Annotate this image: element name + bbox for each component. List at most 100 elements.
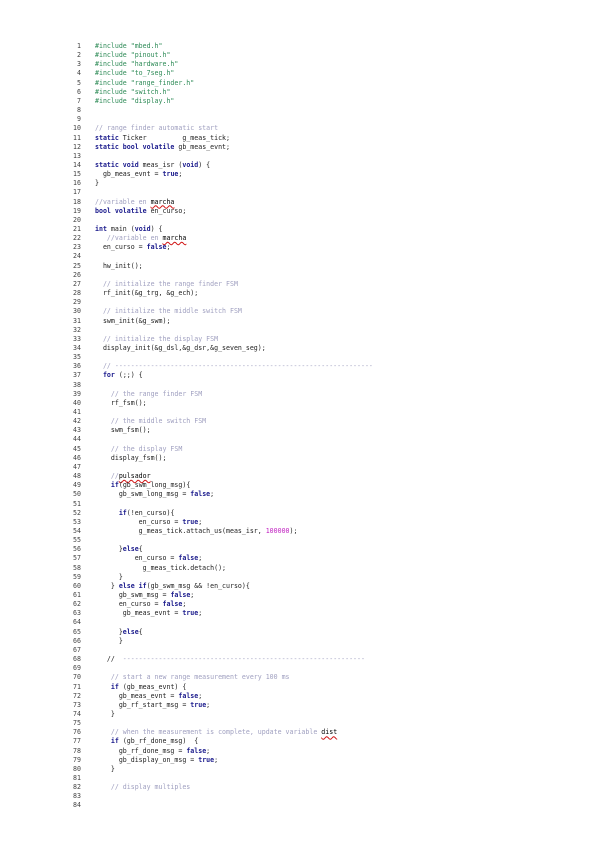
code-text: } bbox=[95, 179, 99, 188]
code-token: 100000 bbox=[265, 526, 290, 535]
code-token: gb_rf_done_msg = bbox=[95, 746, 187, 755]
code-text: static void meas_isr (void) { bbox=[95, 161, 210, 170]
code-token: g_meas_tick.detach(); bbox=[95, 563, 227, 572]
line-number: 71 bbox=[73, 682, 81, 691]
code-line: 23 en_curso = false; bbox=[66, 243, 170, 252]
line-number: 18 bbox=[73, 197, 81, 206]
code-token: display_fsm(); bbox=[95, 453, 167, 462]
code-line: 30 // initialize the middle switch FSM bbox=[66, 307, 242, 316]
line-number: 67 bbox=[73, 645, 81, 654]
line-number: 32 bbox=[73, 325, 81, 334]
code-token: pulsador bbox=[118, 472, 151, 481]
line-number: 54 bbox=[73, 526, 81, 535]
line-number: 14 bbox=[73, 160, 81, 169]
line-number: 21 bbox=[73, 225, 81, 233]
code-token: else if bbox=[118, 581, 147, 590]
code-line: 18 //variable en marcha bbox=[66, 198, 174, 207]
code-line: 60 } else if(gb_swm_msg && !en_curso){ bbox=[66, 582, 250, 591]
code-text: #include "hardware.h" bbox=[95, 60, 178, 69]
line-number: 40 bbox=[73, 398, 81, 407]
code-token: swm_fsm(); bbox=[95, 426, 151, 435]
code-line: 77 if (gb_rf_done_msg) { bbox=[66, 737, 198, 746]
code-text: rf_init(&g_trg, &g_ech); bbox=[95, 289, 198, 298]
code-token: en_curso; bbox=[146, 206, 187, 215]
line-number: 39 bbox=[73, 389, 81, 398]
code-line: 56 }else{ bbox=[66, 545, 143, 554]
code-token: false bbox=[186, 746, 207, 755]
line-number: 52 bbox=[73, 508, 81, 517]
line-number: 31 bbox=[73, 316, 81, 325]
code-line: 70 // start a new range measurement ever… bbox=[66, 673, 290, 682]
code-line: 63 gb_meas_evnt = true; bbox=[66, 609, 202, 618]
line-number: 64 bbox=[73, 618, 81, 627]
code-token: } bbox=[95, 636, 123, 645]
code-token: } bbox=[95, 709, 115, 718]
line-number: 55 bbox=[73, 536, 81, 545]
line-number: 80 bbox=[73, 764, 81, 773]
code-line: 36 // ----------------------------------… bbox=[66, 362, 373, 371]
code-line: 51 bbox=[66, 500, 95, 509]
code-line: 52 if(!en_curso){ bbox=[66, 509, 174, 518]
line-number: 15 bbox=[73, 170, 81, 179]
code-token: swm_init(&g_swm); bbox=[95, 316, 171, 325]
code-line: 6 #include "switch.h" bbox=[66, 88, 170, 97]
code-token: if bbox=[110, 737, 119, 746]
code-token: //variable en bbox=[95, 197, 151, 206]
line-number: 7 bbox=[77, 96, 81, 105]
line-number: 1 bbox=[77, 42, 81, 50]
line-number: 75 bbox=[73, 719, 81, 728]
code-text: gb_meas_evnt = true; bbox=[95, 170, 182, 179]
code-token: #include "hardware.h" bbox=[95, 60, 179, 69]
code-line: 65 }else{ bbox=[66, 628, 143, 637]
code-token: gb_swm_msg = bbox=[95, 591, 171, 599]
code-text: en_curso = true; bbox=[95, 517, 203, 527]
code-text: // the middle switch FSM bbox=[95, 417, 206, 426]
line-number: 36 bbox=[73, 362, 81, 371]
code-line: 40 rf_fsm(); bbox=[66, 399, 147, 408]
line-number: 24 bbox=[73, 252, 81, 261]
line-number: 20 bbox=[73, 215, 81, 224]
line-number: 65 bbox=[73, 627, 81, 636]
code-token: } bbox=[95, 581, 119, 590]
line-number: 76 bbox=[73, 728, 81, 737]
line-number: 68 bbox=[73, 655, 81, 664]
code-line: 21 int main (void) { bbox=[66, 225, 163, 234]
line-number: 44 bbox=[73, 435, 81, 444]
code-line: 32 bbox=[66, 326, 95, 335]
code-token: false bbox=[178, 554, 199, 563]
code-token: ----------------------------------------… bbox=[122, 655, 365, 664]
code-text: #include "pinout.h" bbox=[95, 51, 170, 60]
code-text: // range finder automatic start bbox=[95, 124, 218, 133]
line-number: 10 bbox=[73, 124, 81, 133]
code-token: ) { bbox=[150, 225, 163, 233]
code-token: gb_swm_long_msg = bbox=[95, 490, 191, 499]
code-token: rf_fsm(); bbox=[95, 398, 147, 407]
line-number: 60 bbox=[73, 581, 81, 590]
code-token: meas_isr ( bbox=[138, 160, 183, 169]
code-line: 69 bbox=[66, 664, 95, 673]
line-number: 70 bbox=[73, 673, 81, 682]
code-token: ; bbox=[198, 691, 203, 700]
code-token: for bbox=[102, 371, 115, 380]
code-token: en_curso = bbox=[95, 243, 147, 252]
code-line: 80 } bbox=[66, 765, 115, 774]
code-text: gb_swm_long_msg = false; bbox=[95, 490, 214, 499]
code-line: 31 swm_init(&g_swm); bbox=[66, 317, 170, 326]
line-number: 73 bbox=[73, 700, 81, 709]
code-token: ; bbox=[214, 755, 219, 764]
code-line: 12 static bool volatile gb_meas_evnt; bbox=[66, 143, 230, 152]
code-token: // the display FSM bbox=[95, 444, 183, 453]
line-number: 38 bbox=[73, 380, 81, 389]
line-number: 25 bbox=[73, 261, 81, 270]
code-token: ; bbox=[166, 243, 171, 252]
code-token: static void bbox=[95, 160, 139, 169]
code-token: else bbox=[122, 627, 139, 636]
code-token: ; bbox=[198, 609, 203, 618]
code-token: ; bbox=[198, 517, 203, 526]
code-text: // the display FSM bbox=[95, 445, 182, 454]
code-token: false bbox=[170, 591, 191, 599]
code-token: // start a new range measurement every 1… bbox=[95, 673, 290, 682]
code-line: 11 static Ticker g_meas_tick; bbox=[66, 134, 230, 143]
